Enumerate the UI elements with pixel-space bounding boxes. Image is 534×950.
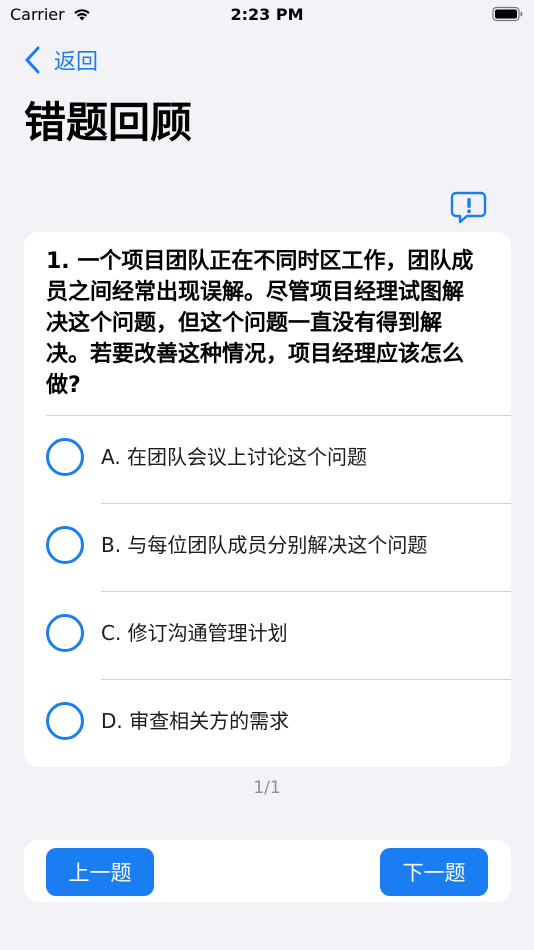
exclamation-bubble-icon	[450, 191, 488, 230]
question-text: 1. 一个项目团队正在不同时区工作，团队成员之间经常出现误解。尽管项目经理试图解…	[46, 249, 474, 398]
page-counter: 1/1	[253, 778, 281, 798]
chevron-left-icon	[24, 46, 40, 74]
radio-button[interactable]	[46, 702, 84, 740]
option-label: D. 审查相关方的需求	[101, 709, 290, 733]
back-button[interactable]: 返回	[24, 44, 98, 76]
next-question-button[interactable]: 下一题	[380, 848, 488, 896]
radio-button[interactable]	[46, 438, 84, 476]
option-b[interactable]: B. 与每位团队成员分别解决这个问题	[24, 504, 511, 592]
bottom-bar: 上一题 下一题	[24, 840, 511, 902]
report-button[interactable]	[450, 190, 488, 226]
option-label: A. 在团队会议上讨论这个问题	[101, 445, 368, 469]
radio-button[interactable]	[46, 526, 84, 564]
option-a[interactable]: A. 在团队会议上讨论这个问题	[24, 416, 511, 504]
option-label: C. 修订沟通管理计划	[101, 621, 288, 645]
back-label: 返回	[54, 50, 99, 75]
option-label: B. 与每位团队成员分别解决这个问题	[101, 533, 428, 557]
previous-question-button[interactable]: 上一题	[46, 848, 154, 896]
page-title: 错题回顾	[24, 98, 193, 147]
radio-button[interactable]	[46, 614, 84, 652]
question-card: 1. 一个项目团队正在不同时区工作，团队成员之间经常出现误解。尽管项目经理试图解…	[24, 232, 511, 767]
status-time: 2:23 PM	[230, 5, 304, 24]
option-c[interactable]: C. 修订沟通管理计划	[24, 592, 511, 680]
status-bar: Carrier 2:23 PM	[0, 0, 534, 30]
battery-icon	[492, 6, 524, 26]
option-d[interactable]: D. 审查相关方的需求	[24, 680, 511, 768]
